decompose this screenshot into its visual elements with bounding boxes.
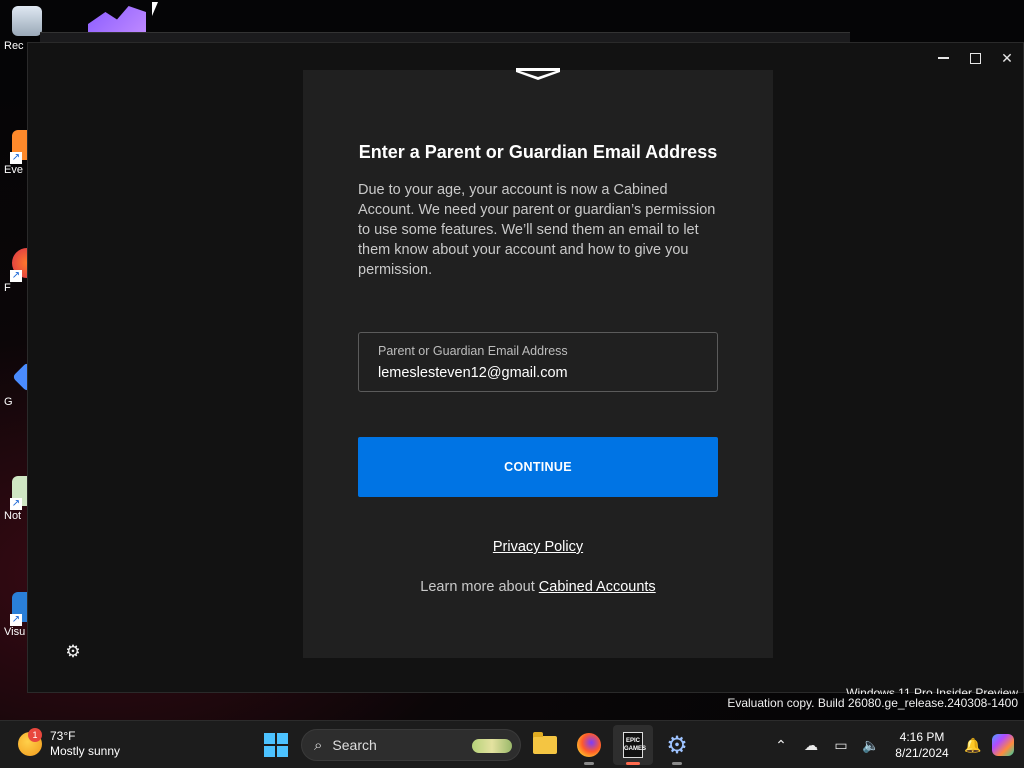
page-title: Enter a Parent or Guardian Email Address bbox=[358, 142, 718, 162]
weather-alert-badge: 1 bbox=[28, 728, 42, 742]
taskbar-file-explorer[interactable] bbox=[525, 725, 565, 765]
settings-gear-icon: ⚙ bbox=[666, 731, 688, 759]
close-button[interactable]: ✕ bbox=[991, 43, 1023, 73]
clock[interactable]: 4:16 PM 8/21/2024 bbox=[886, 729, 958, 761]
email-field-label: Parent or Guardian Email Address bbox=[378, 344, 568, 358]
network-tray-button[interactable]: ▭ bbox=[826, 730, 856, 760]
epic-games-icon: EPIC GAMES bbox=[623, 732, 646, 758]
search-highlight-image bbox=[472, 739, 512, 753]
shortcut-arrow-icon: ↗ bbox=[10, 270, 22, 282]
weather-description: Mostly sunny bbox=[50, 744, 121, 758]
cloud-offline-icon: ☁ bbox=[804, 736, 818, 753]
continue-button[interactable]: CONTINUE bbox=[358, 437, 718, 497]
search-placeholder: Search bbox=[332, 737, 377, 753]
active-indicator bbox=[626, 762, 640, 765]
watermark-line-1: Windows 11 Pro Insider Preview bbox=[846, 686, 1018, 694]
taskbar-firefox[interactable] bbox=[569, 725, 609, 765]
minimize-icon bbox=[937, 57, 949, 59]
system-tray: ⌃ ☁ ▭ 🔈 4:16 PM 8/21/2024 🔔 bbox=[766, 721, 1024, 768]
firefox-icon bbox=[577, 733, 601, 757]
taskbar-epic-games[interactable]: EPIC GAMES bbox=[613, 725, 653, 765]
weather-sun-icon: 1 bbox=[18, 728, 42, 756]
minimize-button[interactable] bbox=[927, 43, 959, 73]
mouse-cursor-icon bbox=[152, 2, 158, 16]
search-icon: ⌕ bbox=[314, 736, 323, 754]
copilot-icon[interactable] bbox=[992, 734, 1014, 756]
volume-tray-button[interactable]: 🔈 bbox=[856, 730, 886, 760]
weather-temperature: 73°F bbox=[50, 729, 76, 743]
age-notice-text: Due to your age, your account is now a C… bbox=[358, 182, 716, 278]
notifications-button[interactable]: 🔔 bbox=[958, 730, 988, 760]
clock-time: 4:16 PM bbox=[899, 730, 945, 744]
recycle-bin-icon bbox=[12, 6, 42, 36]
taskbar: 1 73°F Mostly sunny ⌕ Search EPIC GAMES … bbox=[0, 720, 1024, 768]
onedrive-tray-button[interactable]: ☁ bbox=[796, 730, 826, 760]
chevron-up-icon: ⌃ bbox=[775, 736, 787, 753]
maximize-button[interactable] bbox=[959, 43, 991, 73]
network-icon: ▭ bbox=[834, 736, 848, 753]
epic-games-logo-icon bbox=[516, 68, 560, 80]
shortcut-arrow-icon: ↗ bbox=[10, 152, 22, 164]
windows-logo-icon bbox=[264, 733, 288, 757]
privacy-policy-link[interactable]: Privacy Policy bbox=[303, 539, 773, 555]
speaker-muted-icon: 🔈 bbox=[862, 736, 880, 753]
learn-more-prefix: Learn more about bbox=[420, 579, 535, 595]
cabined-accounts-link[interactable]: Cabined Accounts bbox=[539, 579, 656, 595]
start-button[interactable] bbox=[258, 727, 294, 763]
taskbar-settings[interactable]: ⚙ bbox=[657, 725, 697, 765]
shortcut-arrow-icon: ↗ bbox=[10, 498, 22, 510]
show-hidden-icons-button[interactable]: ⌃ bbox=[766, 730, 796, 760]
windows-watermark: Windows 11 Pro Insider Preview Evaluatio… bbox=[727, 686, 1018, 710]
settings-gear-icon[interactable]: ⚙ bbox=[64, 643, 82, 661]
taskbar-apps: ⌕ Search EPIC GAMES ⚙ bbox=[258, 725, 697, 765]
bell-icon: 🔔 bbox=[964, 736, 982, 753]
watermark-line-2: Evaluation copy. Build 26080.ge_release.… bbox=[727, 696, 1018, 710]
clock-date: 8/21/2024 bbox=[895, 746, 949, 760]
running-indicator bbox=[584, 762, 594, 765]
weather-widget[interactable]: 1 73°F Mostly sunny bbox=[18, 728, 121, 759]
app-window: ✕ ⚙ Enter a Parent or Guardian Email Add… bbox=[27, 42, 1024, 693]
maximize-icon bbox=[969, 52, 981, 64]
close-icon: ✕ bbox=[1001, 49, 1013, 66]
folder-icon bbox=[533, 732, 557, 754]
taskbar-search[interactable]: ⌕ Search bbox=[301, 729, 521, 761]
shortcut-arrow-icon: ↗ bbox=[10, 614, 22, 626]
parent-email-field[interactable]: Parent or Guardian Email Address bbox=[358, 332, 718, 392]
learn-more-text: Learn more about Cabined Accounts bbox=[303, 579, 773, 595]
window-controls: ✕ bbox=[927, 43, 1023, 73]
parent-email-card: Enter a Parent or Guardian Email Address… bbox=[303, 68, 773, 658]
running-indicator bbox=[672, 762, 682, 765]
parent-email-input[interactable] bbox=[378, 363, 698, 383]
